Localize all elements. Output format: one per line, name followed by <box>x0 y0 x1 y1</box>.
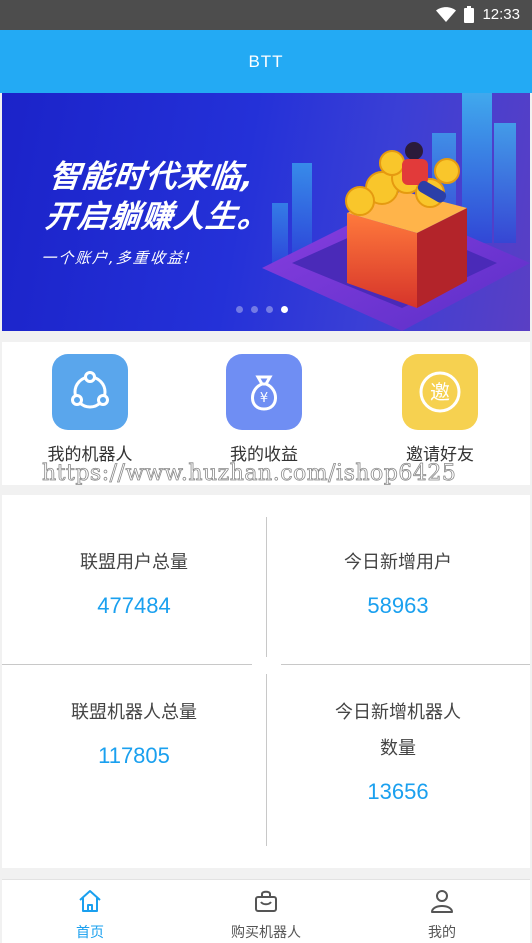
banner-text: 智能时代来临, 开启躺赚人生。 一个账户,多重收益! <box>40 157 276 268</box>
money-bag-icon: ¥ <box>226 354 302 430</box>
stat-label: 今日新增机器人 <box>335 702 461 723</box>
stat-new-users: 今日新增用户 58963 <box>266 545 530 619</box>
user-icon <box>431 890 453 913</box>
carousel-dot-active[interactable] <box>281 306 288 313</box>
stats-panel: 联盟用户总量 477484 今日新增用户 58963 联盟机器人总量 11780… <box>2 495 530 868</box>
wifi-icon <box>436 6 457 22</box>
carousel-dot[interactable] <box>266 306 273 313</box>
stat-total-users: 联盟用户总量 477484 <box>2 545 266 619</box>
nav-label: 我的 <box>428 925 456 941</box>
stat-label: 联盟机器人总量 <box>71 702 197 723</box>
banner-tagline: 一个账户,多重收益! <box>40 249 193 267</box>
stat-label: 联盟用户总量 <box>80 552 188 573</box>
nav-home[interactable]: 首页 <box>2 888 178 942</box>
invite-glyph: 邀 <box>430 380 450 404</box>
banner-headline-2: 开启躺赚人生。 <box>43 199 272 235</box>
carousel-dots <box>236 306 288 313</box>
stat-value: 58963 <box>367 593 429 618</box>
stat-new-robots: 今日新增机器人 数量 13656 <box>266 695 530 805</box>
battery-icon <box>464 6 475 23</box>
watermark: https://www.huzhan.com/ishop6425 <box>42 461 457 487</box>
status-icons: 12:33 <box>436 6 520 23</box>
stat-total-robots: 联盟机器人总量 117805 <box>2 695 266 769</box>
banner-carousel[interactable]: 智能时代来临, 开启躺赚人生。 一个账户,多重收益! <box>2 93 530 331</box>
stat-label: 数量 <box>380 738 416 759</box>
home-icon <box>79 890 101 912</box>
nav-buy-robots[interactable]: 购买机器人 <box>178 888 354 942</box>
carousel-dot[interactable] <box>236 306 243 313</box>
status-time: 12:33 <box>482 6 520 23</box>
share-nodes-icon <box>52 354 128 430</box>
divider <box>281 664 530 665</box>
stat-value: 477484 <box>97 593 171 618</box>
menu-my-earnings[interactable]: ¥ 我的收益 <box>204 354 324 465</box>
nav-label: 购买机器人 <box>231 925 301 941</box>
stat-value: 117805 <box>98 743 170 768</box>
shopping-bag-icon <box>255 890 277 912</box>
page-title: BTT <box>248 51 284 71</box>
menu-my-robots[interactable]: 我的机器人 <box>30 354 150 465</box>
stat-value: 13656 <box>367 779 429 804</box>
stat-label: 今日新增用户 <box>344 552 452 573</box>
svg-text:¥: ¥ <box>260 391 268 406</box>
status-bar: 12:33 <box>0 0 532 30</box>
banner-illustration <box>262 93 530 331</box>
app-bar: BTT <box>0 30 532 93</box>
nav-label: 首页 <box>76 925 104 941</box>
divider <box>2 664 252 665</box>
menu-invite-friends[interactable]: 邀 邀请好友 <box>380 354 500 465</box>
invite-badge-icon: 邀 <box>402 354 478 430</box>
carousel-dot[interactable] <box>251 306 258 313</box>
bottom-nav: 首页 购买机器人 我的 <box>2 879 530 943</box>
nav-mine[interactable]: 我的 <box>354 888 530 942</box>
banner-headline-1: 智能时代来临, <box>47 159 257 195</box>
